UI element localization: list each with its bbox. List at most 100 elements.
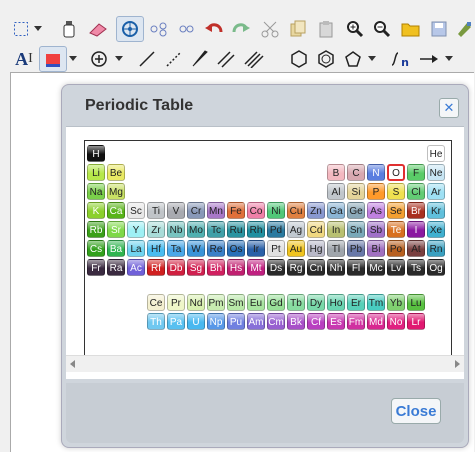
element-mt[interactable]: Mt: [247, 259, 265, 276]
line-icon[interactable]: [134, 46, 160, 72]
element-no[interactable]: No: [387, 313, 405, 330]
element-cd[interactable]: Cd: [307, 221, 325, 238]
atom-icon[interactable]: [116, 16, 144, 42]
element-as[interactable]: As: [367, 202, 385, 219]
element-os[interactable]: Os: [227, 240, 245, 257]
element-cn[interactable]: Cn: [307, 259, 325, 276]
color-dropdown-icon[interactable]: [67, 46, 78, 70]
element-rb[interactable]: Rb: [87, 221, 105, 238]
element-cu[interactable]: Cu: [287, 202, 305, 219]
horizontal-scrollbar[interactable]: [66, 355, 464, 372]
select-dropdown-icon[interactable]: [32, 16, 43, 40]
element-lr[interactable]: Lr: [407, 313, 425, 330]
element-sm[interactable]: Sm: [227, 294, 245, 311]
element-li[interactable]: Li: [87, 164, 105, 181]
element-cf[interactable]: Cf: [307, 313, 325, 330]
element-te[interactable]: Te: [387, 221, 405, 238]
element-ru[interactable]: Ru: [227, 221, 245, 238]
element-be[interactable]: Be: [107, 164, 125, 181]
element-am[interactable]: Am: [247, 313, 265, 330]
element-ni[interactable]: Ni: [267, 202, 285, 219]
element-rf[interactable]: Rf: [147, 259, 165, 276]
element-hs[interactable]: Hs: [227, 259, 245, 276]
element-rh[interactable]: Rh: [247, 221, 265, 238]
hexagon-icon[interactable]: [286, 46, 312, 72]
element-h[interactable]: H: [87, 145, 105, 162]
element-sb[interactable]: Sb: [367, 221, 385, 238]
sn-icon[interactable]: n: [386, 46, 414, 72]
element-zr[interactable]: Zr: [147, 221, 165, 238]
charge-dropdown-icon[interactable]: [113, 46, 124, 70]
bottle-icon[interactable]: [57, 16, 81, 42]
element-sr[interactable]: Sr: [107, 221, 125, 238]
save-icon[interactable]: [427, 16, 451, 42]
element-f[interactable]: F: [407, 164, 425, 181]
element-db[interactable]: Db: [167, 259, 185, 276]
element-au[interactable]: Au: [287, 240, 305, 257]
element-bi[interactable]: Bi: [367, 240, 385, 257]
element-eu[interactable]: Eu: [247, 294, 265, 311]
redo-icon[interactable]: [228, 16, 254, 42]
pentagon-icon[interactable]: [340, 46, 366, 72]
element-ho[interactable]: Ho: [327, 294, 345, 311]
element-ag[interactable]: Ag: [287, 221, 305, 238]
element-gd[interactable]: Gd: [267, 294, 285, 311]
element-b[interactable]: B: [327, 164, 345, 181]
element-tm[interactable]: Tm: [367, 294, 385, 311]
undo-icon[interactable]: [200, 16, 228, 42]
element-cr[interactable]: Cr: [187, 202, 205, 219]
element-ti[interactable]: Ti: [147, 202, 165, 219]
element-pr[interactable]: Pr: [167, 294, 185, 311]
element-tc[interactable]: Tc: [207, 221, 225, 238]
select-box-icon[interactable]: [9, 16, 33, 42]
element-dy[interactable]: Dy: [307, 294, 325, 311]
element-s[interactable]: S: [387, 183, 405, 200]
dashed-line-icon[interactable]: [161, 46, 187, 72]
element-lv[interactable]: Lv: [387, 259, 405, 276]
dialog-close-icon[interactable]: ✕: [439, 98, 459, 118]
element-mo[interactable]: Mo: [187, 221, 205, 238]
element-ac[interactable]: Ac: [127, 259, 145, 276]
ring-dropdown-icon[interactable]: [366, 46, 377, 70]
element-ba[interactable]: Ba: [107, 240, 125, 257]
element-br[interactable]: Br: [407, 202, 425, 219]
element-he[interactable]: He: [427, 145, 445, 162]
zoom-out-icon[interactable]: [369, 16, 395, 42]
element-ar[interactable]: Ar: [427, 183, 445, 200]
element-ca[interactable]: Ca: [107, 202, 125, 219]
element-sg[interactable]: Sg: [187, 259, 205, 276]
element-fr[interactable]: Fr: [87, 259, 105, 276]
element-nb[interactable]: Nb: [167, 221, 185, 238]
element-kr[interactable]: Kr: [427, 202, 445, 219]
copy-icon[interactable]: [285, 16, 311, 42]
element-pu[interactable]: Pu: [227, 313, 245, 330]
double-line-icon[interactable]: [213, 46, 239, 72]
folder-open-icon[interactable]: [397, 16, 425, 42]
element-ir[interactable]: Ir: [247, 240, 265, 257]
element-ce[interactable]: Ce: [147, 294, 165, 311]
element-lu[interactable]: Lu: [407, 294, 425, 311]
element-mg[interactable]: Mg: [107, 183, 125, 200]
element-bk[interactable]: Bk: [287, 313, 305, 330]
element-bh[interactable]: Bh: [207, 259, 225, 276]
element-og[interactable]: Og: [427, 259, 445, 276]
arrow-icon[interactable]: [415, 46, 443, 72]
element-i[interactable]: I: [407, 221, 425, 238]
element-ra[interactable]: Ra: [107, 259, 125, 276]
element-mc[interactable]: Mc: [367, 259, 385, 276]
element-xe[interactable]: Xe: [427, 221, 445, 238]
element-sc[interactable]: Sc: [127, 202, 145, 219]
scroll-right-icon[interactable]: [455, 360, 460, 368]
element-es[interactable]: Es: [327, 313, 345, 330]
color-icon[interactable]: [39, 46, 67, 72]
element-md[interactable]: Md: [367, 313, 385, 330]
zoom-in-icon[interactable]: [342, 16, 368, 42]
paint-icon[interactable]: [452, 16, 475, 42]
element-pa[interactable]: Pa: [167, 313, 185, 330]
arrow-dropdown-icon[interactable]: [443, 46, 454, 70]
element-cm[interactable]: Cm: [267, 313, 285, 330]
text-tool-button[interactable]: AI: [11, 46, 37, 72]
paste-icon[interactable]: [313, 16, 339, 42]
benzene-icon[interactable]: [313, 46, 339, 72]
element-v[interactable]: V: [167, 202, 185, 219]
